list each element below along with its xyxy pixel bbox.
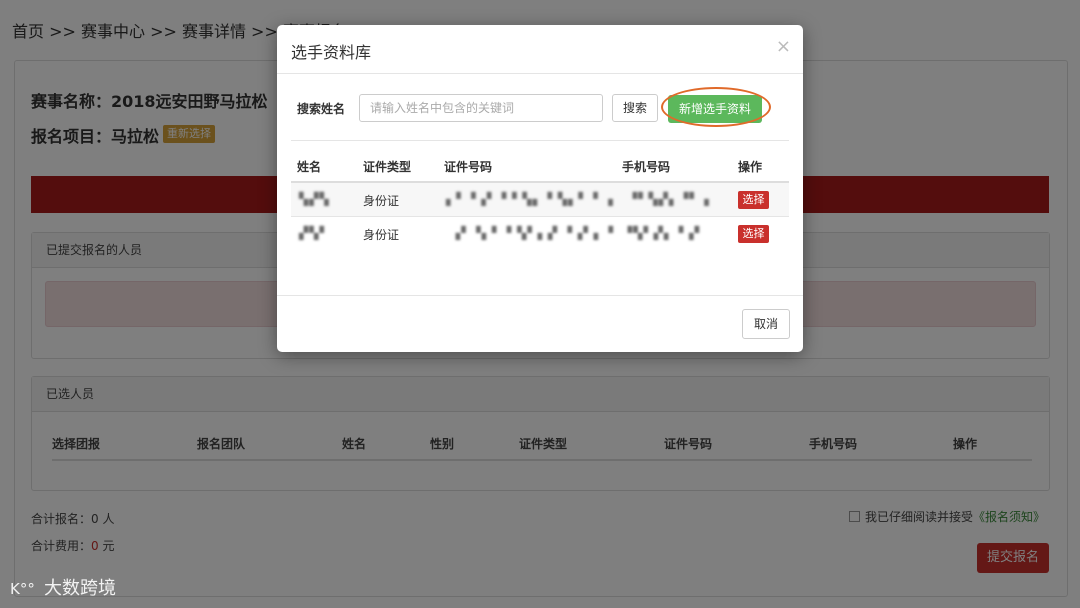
id-number: ▖▘▝▗▘▝ ▘▚▖▝ ▚▖▘▝ ▗ (446, 192, 614, 206)
divider (277, 73, 803, 74)
id-number: ▗▘▝▖▘▝ ▚▘▖▞ ▝▗▘▖▝ (451, 226, 615, 240)
athlete-name: ▚▞▚ (299, 192, 330, 206)
table-row: ▚▞▚ 身份证 ▖▘▝▗▘▝ ▘▚▖▝ ▚▖▘▝ ▗ ▝▘▚▞▖▝▘▗ 选择 (291, 183, 789, 217)
close-icon[interactable]: × (776, 36, 791, 57)
cancel-button[interactable]: 取消 (742, 309, 790, 339)
id-type: 身份证 (363, 194, 400, 208)
modal-title: 选手资料库 (291, 43, 372, 62)
select-button[interactable]: 选择 (738, 225, 769, 243)
table-row: ▞▚▘ 身份证 ▗▘▝▖▘▝ ▚▘▖▞ ▝▗▘▖▝ ▝▚▘▞▖▝▗▘ 选择 (291, 217, 789, 250)
watermark-logo-icon: K°° (10, 580, 35, 598)
col-name: 姓名 (297, 160, 322, 174)
add-athlete-button[interactable]: 新增选手资料 (668, 95, 762, 123)
phone-number: ▝▚▘▞▖▝▗▘ (623, 226, 705, 240)
search-button[interactable]: 搜索 (612, 94, 658, 122)
id-type: 身份证 (363, 228, 400, 242)
col-phone: 手机号码 (622, 160, 671, 174)
col-id-number: 证件号码 (444, 160, 493, 174)
col-action: 操作 (738, 160, 763, 174)
athlete-name: ▞▚▘ (299, 226, 330, 240)
col-id-type: 证件类型 (363, 160, 412, 174)
divider (291, 140, 789, 141)
select-button[interactable]: 选择 (738, 191, 769, 209)
phone-number: ▝▘▚▞▖▝▘▗ (628, 192, 710, 206)
watermark: K°° 大数跨境 (10, 574, 116, 600)
divider (277, 295, 803, 296)
search-label: 搜索姓名 (297, 102, 346, 116)
watermark-text: 大数跨境 (44, 578, 116, 599)
search-name-input[interactable] (359, 94, 603, 122)
athlete-library-modal: 选手资料库 × 搜索姓名 搜索 新增选手资料 姓名 证件类型 证件号码 手机号码… (277, 25, 803, 352)
